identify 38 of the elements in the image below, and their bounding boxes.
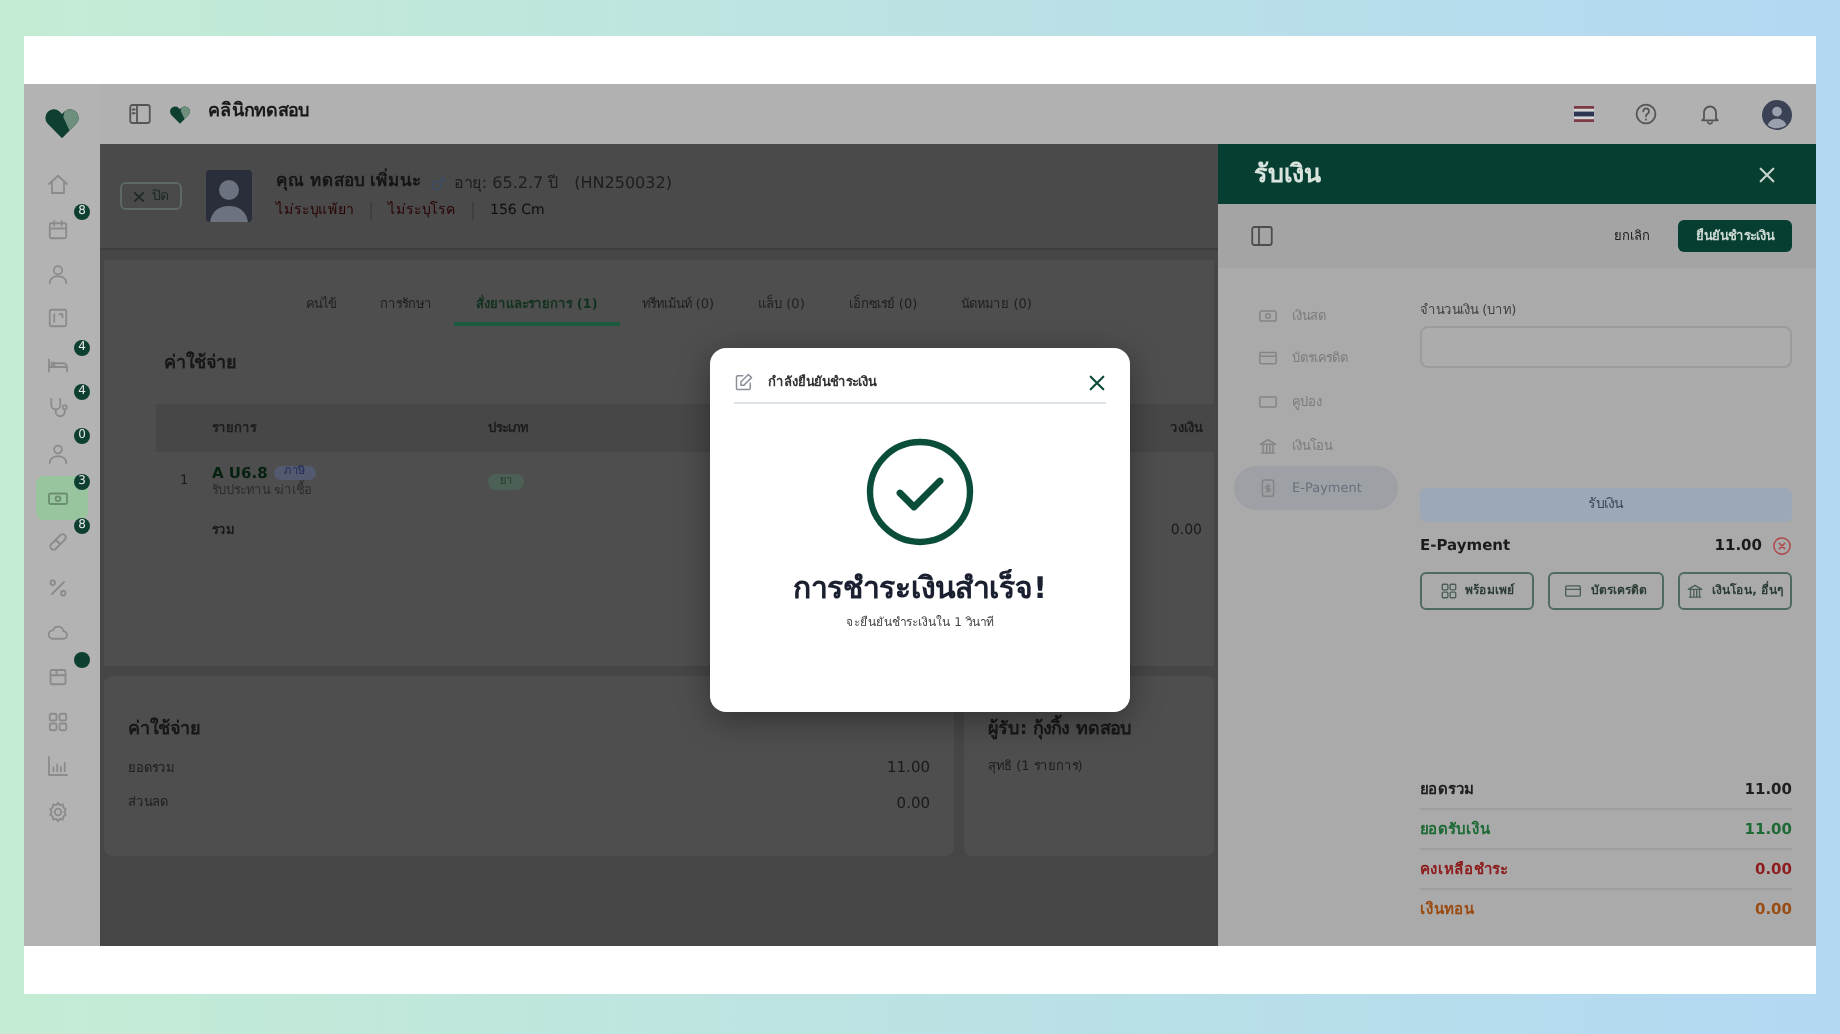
bell-icon[interactable]	[1698, 102, 1722, 126]
check-circle-icon	[866, 438, 974, 546]
flag-icon[interactable]	[1574, 106, 1594, 122]
avatar-silhouette	[206, 170, 252, 222]
close-icon	[132, 189, 146, 203]
id-card-icon	[46, 306, 70, 331]
qr-code-icon	[1439, 582, 1458, 601]
grid-icon	[46, 709, 70, 734]
help-icon[interactable]	[1634, 102, 1658, 126]
credit-card-icon	[1258, 348, 1278, 369]
cloud-icon	[46, 620, 70, 645]
panel-toggle-icon[interactable]	[128, 102, 152, 126]
phone-payment-icon	[1258, 478, 1278, 499]
pill-icon	[46, 530, 70, 555]
user-icon	[46, 441, 70, 466]
close-icon[interactable]	[1088, 373, 1106, 391]
avatar-icon[interactable]	[1762, 99, 1792, 129]
stethoscope-icon	[46, 396, 70, 421]
male-icon	[429, 175, 446, 192]
success-heading: การชำระเงินสำเร็จ!	[793, 570, 1047, 608]
clinic-logo-icon	[168, 102, 192, 126]
home-icon	[46, 172, 70, 197]
person-icon	[46, 261, 70, 286]
bank-icon	[1258, 435, 1278, 456]
credit-card-icon	[1564, 582, 1583, 601]
edit-icon	[734, 372, 754, 392]
bank-icon	[1686, 582, 1705, 601]
box-icon	[46, 664, 70, 689]
coupon-icon	[1258, 391, 1278, 412]
remove-icon[interactable]	[1772, 536, 1792, 557]
cash-icon	[1258, 305, 1278, 326]
panel-toggle-icon[interactable]	[1250, 224, 1274, 248]
drawer-title: รับเงิน	[1254, 158, 1322, 190]
chart-icon	[46, 754, 70, 779]
clinic-name: คลินิกทดสอบ	[208, 102, 310, 126]
settings-icon	[46, 799, 70, 824]
percent-icon	[46, 575, 70, 600]
calendar-icon	[46, 217, 70, 242]
